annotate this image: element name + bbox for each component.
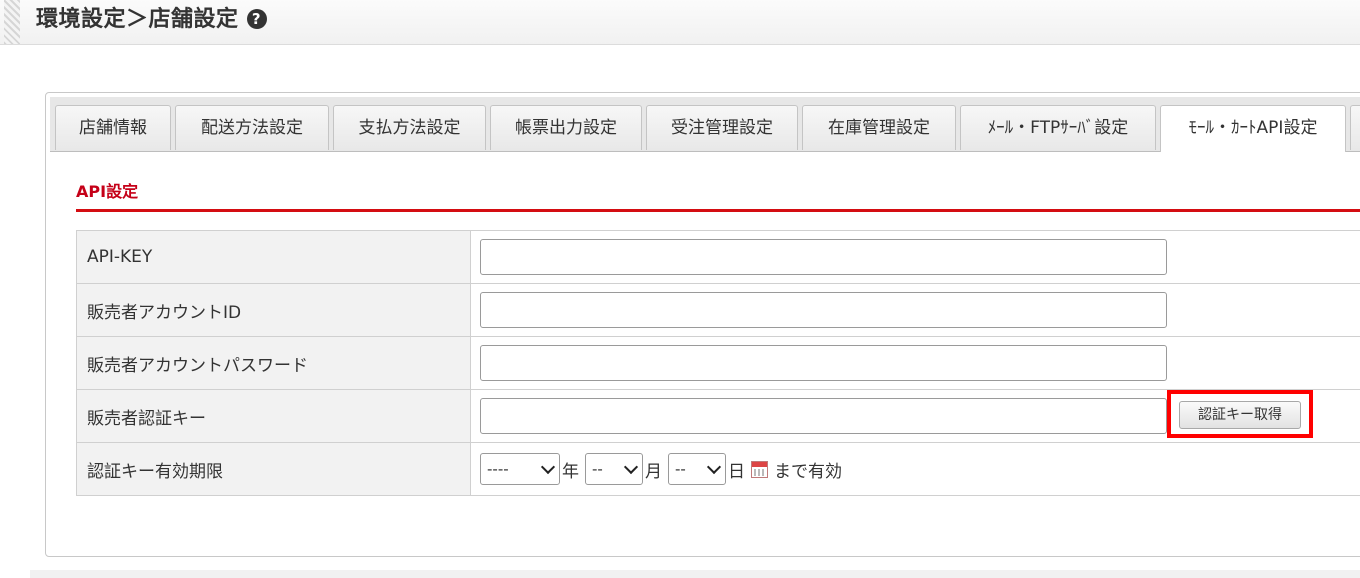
section-title: API設定 [76, 182, 139, 201]
seller-auth-key-label: 販売者認証キー [76, 389, 471, 443]
form-row-api-key: API-KEY [76, 230, 1360, 284]
question-circle-icon[interactable]: ? [246, 9, 267, 29]
seller-account-id-field-cell [470, 283, 1360, 337]
form-row-seller-account-id: 販売者アカウントID [76, 283, 1360, 337]
page-title: 環境設定＞店舗設定? [36, 5, 267, 35]
form-row-seller-auth-key: 販売者認証キー 認証キー取得 [76, 389, 1360, 443]
auth-key-expiry-field-cell: ---- 年 -- 月 -- 日 まで有効 [470, 442, 1360, 496]
seller-account-id-label: 販売者アカウントID [76, 283, 471, 337]
tab-bar: 店舗情報 配送方法設定 支払方法設定 帳票出力設定 受注管理設定 在庫管理設定 … [50, 97, 1360, 152]
expiry-year-value: ---- [487, 460, 509, 478]
expiry-suffix-label: まで有効 [774, 461, 842, 482]
calendar-icon[interactable] [751, 460, 768, 478]
api-key-label: API-KEY [76, 230, 471, 284]
tab-mall-cart-api-settings[interactable]: ﾓｰﾙ・ｶｰﾄAPI設定 [1160, 105, 1346, 152]
seller-auth-key-field-cell: 認証キー取得 [470, 389, 1360, 443]
get-auth-key-button[interactable]: 認証キー取得 [1179, 401, 1301, 429]
form-row-auth-key-expiry: 認証キー有効期限 ---- 年 -- 月 -- 日 まで有効 [76, 442, 1360, 496]
day-unit-label: 日 [728, 461, 745, 482]
seller-password-label: 販売者アカウントパスワード [76, 336, 471, 390]
tab-store-info[interactable]: 店舗情報 [55, 105, 171, 150]
page-header: 環境設定＞店舗設定? [0, 0, 1360, 45]
seller-account-id-input[interactable] [480, 292, 1167, 328]
page-title-text: 環境設定＞店舗設定 [36, 7, 239, 32]
api-settings-form: API-KEY 販売者アカウントID 販売者アカウントパスワード 販売者認証キー… [76, 230, 1360, 496]
section-divider [76, 209, 1360, 212]
form-row-seller-password: 販売者アカウントパスワード [76, 336, 1360, 390]
tab-payment-settings[interactable]: 支払方法設定 [333, 105, 486, 150]
tab-mail-ftp-settings[interactable]: ﾒｰﾙ・FTPｻｰﾊﾞ設定 [960, 105, 1156, 150]
header-stripe [4, 0, 20, 44]
expiry-year-select[interactable]: ---- [480, 453, 560, 485]
tab-overflow-partial[interactable] [1350, 105, 1360, 150]
chevron-down-icon [540, 459, 556, 474]
tab-inventory-settings[interactable]: 在庫管理設定 [802, 105, 956, 150]
expiry-month-select[interactable]: -- [585, 453, 643, 485]
seller-password-input[interactable] [480, 345, 1167, 381]
tab-report-output-settings[interactable]: 帳票出力設定 [490, 105, 642, 150]
expiry-day-select[interactable]: -- [668, 453, 726, 485]
auth-key-expiry-label: 認証キー有効期限 [76, 442, 471, 496]
auth-key-button-highlight: 認証キー取得 [1167, 390, 1313, 438]
api-key-input[interactable] [480, 239, 1167, 275]
bottom-bar [30, 570, 1360, 578]
api-key-field-cell [470, 230, 1360, 284]
year-unit-label: 年 [562, 461, 579, 482]
expiry-date-row: ---- 年 -- 月 -- 日 まで有効 [480, 452, 842, 486]
month-unit-label: 月 [645, 461, 662, 482]
tab-shipping-settings[interactable]: 配送方法設定 [175, 105, 329, 150]
seller-password-field-cell [470, 336, 1360, 390]
expiry-day-value: -- [675, 460, 686, 478]
chevron-down-icon [623, 459, 639, 474]
tab-order-management-settings[interactable]: 受注管理設定 [646, 105, 798, 150]
expiry-month-value: -- [592, 460, 603, 478]
chevron-down-icon [706, 459, 722, 474]
seller-auth-key-input[interactable] [480, 398, 1167, 434]
